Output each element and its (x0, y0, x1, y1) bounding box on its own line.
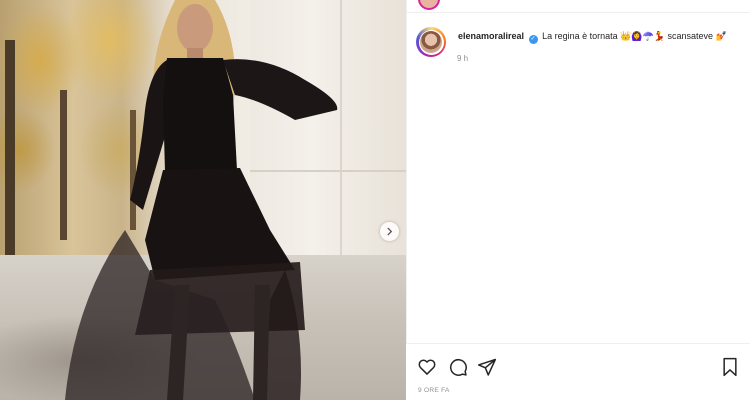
caption-emoji-end: 💅 (715, 31, 727, 41)
caption: elenamoralireal ✓ La regina è tornata 👑🙆… (458, 30, 727, 44)
post-actions-bar: 9 ORE FA (406, 343, 750, 400)
username-link[interactable]: elenamoralireal (458, 31, 524, 41)
comment-time[interactable]: 9 h (457, 54, 468, 63)
avatar-photo (420, 31, 442, 53)
caption-emojis: 👑🙆‍♀️☂️💃 (620, 31, 665, 41)
save-button[interactable] (719, 356, 741, 378)
bookmark-icon (723, 357, 737, 377)
caption-suffix: scansateve (667, 31, 714, 41)
comment-icon (449, 358, 467, 376)
tree-trunk (5, 40, 15, 260)
chevron-right-icon (387, 227, 393, 236)
post-timestamp[interactable]: 9 ORE FA (418, 387, 450, 394)
header-divider (407, 12, 750, 13)
verified-badge-icon: ✓ (528, 35, 538, 44)
heart-icon (418, 359, 436, 375)
post-photo[interactable] (0, 0, 406, 400)
like-button[interactable] (416, 356, 438, 378)
woman-in-black-dress (65, 0, 338, 400)
avatar[interactable] (416, 27, 446, 57)
caption-text: La regina è tornata (542, 31, 618, 41)
story-avatar-peek (418, 0, 440, 10)
comment-button[interactable] (447, 356, 469, 378)
share-button[interactable] (476, 356, 498, 378)
next-photo-button[interactable] (380, 222, 399, 241)
post-caption-row: elenamoralireal ✓ La regina è tornata 👑🙆… (407, 24, 750, 57)
share-icon (477, 358, 497, 376)
